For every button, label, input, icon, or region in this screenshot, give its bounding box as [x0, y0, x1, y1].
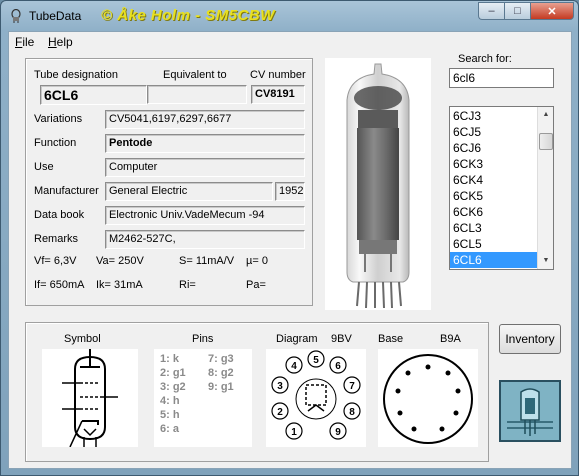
list-item[interactable]: 6CL3: [450, 220, 538, 236]
title-bar[interactable]: TubeData © Åke Holm - SM5CBW – □ ✕: [1, 1, 578, 31]
app-window: TubeData © Åke Holm - SM5CBW – □ ✕ File …: [0, 0, 579, 476]
diagram-label: Diagram: [276, 333, 318, 345]
s-value: S= 11mA/V: [179, 255, 235, 267]
pins-list: 1: k 2: g1 3: g2 4: h 5: h 6: a 7: g3 8:…: [154, 349, 252, 447]
scroll-down-icon[interactable]: ▼: [538, 253, 553, 269]
pin-6: 6: a: [160, 423, 179, 435]
vf-value: Vf= 6,3V: [34, 255, 77, 267]
function-label: Function: [34, 137, 77, 149]
diagram-code: 9BV: [331, 333, 352, 345]
cv-field[interactable]: CV8191: [251, 85, 305, 104]
symbol-label: Symbol: [64, 333, 101, 345]
va-value: Va= 250V: [96, 255, 144, 267]
year-field[interactable]: 1952: [275, 182, 305, 201]
pin-2: 2: g1: [160, 367, 186, 379]
maximize-button[interactable]: □: [504, 2, 530, 20]
tube-listbox[interactable]: 6CJ3 6CJ5 6CJ6 6CK3 6CK4 6CK5 6CK6 6CL3 6CL5 6CL6…: [449, 106, 554, 270]
list-item[interactable]: 6CJ5: [450, 124, 538, 140]
list-scrollbar[interactable]: ▲ ▼: [537, 107, 553, 269]
use-label: Use: [34, 161, 54, 173]
window-controls: – □ ✕: [478, 2, 574, 20]
list-item[interactable]: 6CJ6: [450, 140, 538, 156]
pin-8: 8: g2: [208, 367, 234, 379]
remarks-label: Remarks: [34, 233, 79, 245]
window-title: TubeData: [29, 9, 82, 23]
base-label: Base: [378, 333, 404, 345]
function-field[interactable]: Pentode: [105, 134, 305, 153]
designation-field[interactable]: 6CL6: [40, 85, 147, 105]
close-button[interactable]: ✕: [530, 2, 574, 20]
copyright-banner: © Åke Holm - SM5CBW: [101, 7, 275, 24]
diagram-pin-label: 7: [349, 381, 355, 392]
list-item[interactable]: 6CK4: [450, 172, 538, 188]
scroll-up-icon[interactable]: ▲: [538, 107, 553, 123]
client-area: File Help Tube designation Equivalent to…: [8, 31, 572, 469]
menu-bar: File Help: [9, 32, 571, 52]
list-item[interactable]: 6CK5: [450, 188, 538, 204]
pin-3: 3: g2: [160, 381, 186, 393]
cv-label: CV number: [250, 69, 306, 81]
equivalent-label: Equivalent to: [163, 69, 227, 81]
b9a-base-icon: [383, 354, 473, 444]
tube-symbol: [42, 349, 138, 448]
databook-label: Data book: [34, 209, 85, 221]
menu-help[interactable]: Help: [48, 35, 73, 49]
pin-diagram: 5 6 4 7 3 8 2 9 1: [266, 349, 366, 447]
search-label: Search for:: [458, 53, 512, 65]
variations-field[interactable]: CV5041,6197,6297,6677: [105, 110, 305, 129]
pins-label: Pins: [192, 333, 214, 345]
diagram-panel: Symbol Pins Diagram 9BV Base B9A 1: k 2:…: [25, 322, 489, 462]
app-logo: [499, 380, 561, 442]
diagram-pin-label: 9: [335, 427, 341, 438]
base-code: B9A: [440, 333, 461, 345]
manufacturer-field[interactable]: General Electric: [105, 182, 273, 201]
minimize-button[interactable]: –: [478, 2, 504, 20]
variations-label: Variations: [34, 113, 83, 125]
designation-label: Tube designation: [34, 69, 118, 81]
pin-5: 5: h: [160, 409, 180, 421]
pentode-symbol-icon: [62, 349, 118, 448]
list-item[interactable]: 6CL6: [450, 252, 538, 268]
remarks-field[interactable]: M2462-527C,: [105, 230, 305, 249]
diagram-pin-label: 8: [349, 407, 355, 418]
tube-photo: [325, 58, 431, 310]
mu-value: µ= 0: [246, 255, 268, 267]
tube-data-panel: Tube designation Equivalent to CV number…: [25, 58, 313, 306]
ik-value: Ik= 31mA: [96, 279, 143, 291]
diagram-pin-label: 5: [313, 355, 319, 366]
diagram-pin-label: 1: [291, 427, 297, 438]
tube-photo-illustration: [346, 63, 410, 309]
manufacturer-label: Manufacturer: [34, 185, 99, 197]
diagram-pin-label: 3: [277, 381, 283, 392]
list-item[interactable]: 6CJ3: [450, 108, 538, 124]
pin-9: 9: g1: [208, 381, 234, 393]
menu-file[interactable]: File: [15, 35, 34, 49]
equivalent-field[interactable]: [147, 85, 247, 104]
ri-value: Ri=: [179, 279, 196, 291]
pa-value: Pa=: [246, 279, 266, 291]
databook-field[interactable]: Electronic Univ.VadeMecum -94: [105, 206, 305, 225]
use-field[interactable]: Computer: [105, 158, 305, 177]
tube-logo-icon: [501, 382, 559, 440]
scroll-thumb[interactable]: [539, 133, 553, 150]
base-view: [378, 349, 478, 447]
pin-4: 4: h: [160, 395, 180, 407]
if-value: If= 650mA: [34, 279, 85, 291]
diagram-pin-label: 6: [335, 361, 341, 372]
inventory-button[interactable]: Inventory: [499, 324, 561, 354]
pin-1: 1: k: [160, 353, 179, 365]
search-input[interactable]: 6cl6: [449, 68, 554, 88]
base-diagram-icon: 5 6 4 7 3 8 2 9 1: [271, 350, 361, 440]
list-item[interactable]: 6CK3: [450, 156, 538, 172]
tube-list: 6CJ3 6CJ5 6CJ6 6CK3 6CK4 6CK5 6CK6 6CL3 6CL5 6CL6: [450, 107, 538, 268]
tube-app-icon: [11, 9, 21, 23]
diagram-pin-label: 2: [277, 407, 283, 418]
list-item[interactable]: 6CK6: [450, 204, 538, 220]
pin-7: 7: g3: [208, 353, 234, 365]
list-item[interactable]: 6CL5: [450, 236, 538, 252]
diagram-pin-label: 4: [291, 361, 297, 372]
